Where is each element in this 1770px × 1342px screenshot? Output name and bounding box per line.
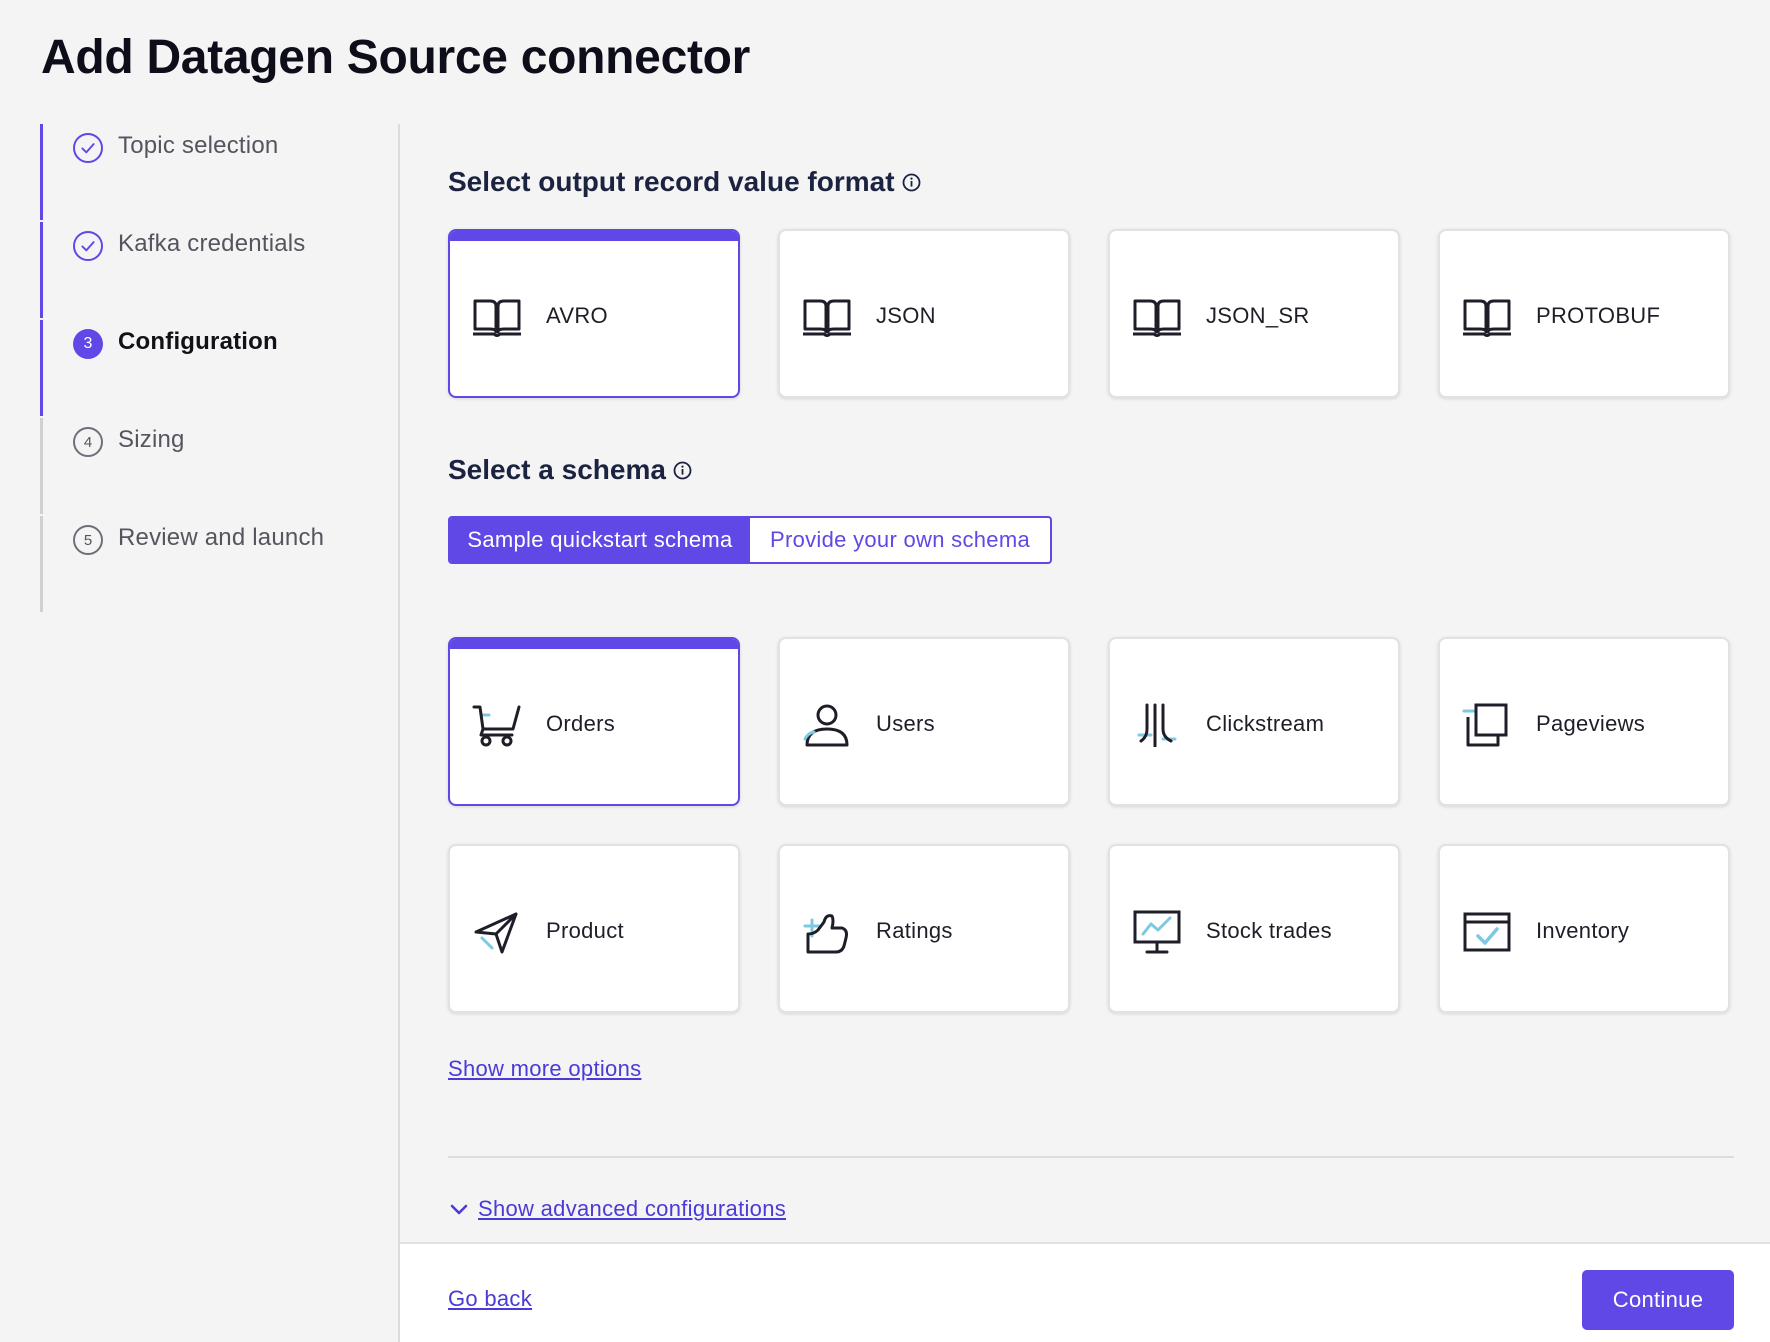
format-card-json[interactable]: JSON [778,229,1070,398]
check-circle-icon [73,231,103,261]
step-label: Kafka credentials [118,230,306,257]
card-label: Ratings [876,918,953,943]
continue-button[interactable]: Continue [1582,1270,1734,1330]
schema-card-stock-trades[interactable]: Stock trades [1108,844,1400,1013]
chevron-down-icon [448,1198,470,1220]
monitor-chart-icon [1132,910,1182,954]
schema-card-ratings[interactable]: Ratings [778,844,1070,1013]
card-label: Orders [546,711,616,736]
schema-heading: Select a schema [448,454,692,486]
book-icon [472,295,522,339]
card-label: AVRO [546,303,608,328]
schema-card-orders[interactable]: Orders [448,637,740,806]
schema-heading-text: Select a schema [448,454,666,485]
schema-card-users[interactable]: Users [778,637,1070,806]
section-divider [448,1156,1734,1158]
step-number-badge: 5 [73,525,103,555]
main-content: Select output record value format AVRO J… [400,0,1770,1342]
step-kafka-credentials[interactable]: Kafka credentials [40,222,390,318]
step-sizing[interactable]: 4 Sizing [40,418,390,514]
show-more-options-link[interactable]: Show more options [448,1056,641,1082]
step-number-badge: 4 [73,427,103,457]
info-icon[interactable] [902,173,921,192]
book-icon [802,295,852,339]
format-heading: Select output record value format [448,166,921,198]
wizard-stepper: Topic selection Kafka credentials 3 Conf… [40,124,390,612]
card-label: Clickstream [1206,711,1325,736]
cart-icon [472,703,522,747]
clickstream-icon [1132,703,1182,749]
step-label: Sizing [118,426,185,453]
schema-card-grid: Orders Users Clickstream Pageviews Produ… [448,637,1730,1013]
check-circle-icon [73,133,103,163]
step-number-badge: 3 [73,329,103,359]
user-icon [802,703,852,747]
card-label: JSON_SR [1206,303,1310,328]
step-label: Configuration [118,328,278,355]
format-heading-text: Select output record value format [448,166,895,197]
go-back-link[interactable]: Go back [448,1286,532,1312]
pages-icon [1462,703,1512,747]
card-label: JSON [876,303,936,328]
format-card-grid: AVRO JSON JSON_SR PROTOBUF [448,229,1730,398]
inventory-icon [1462,910,1512,954]
step-review-and-launch[interactable]: 5 Review and launch [40,516,390,612]
card-label: Pageviews [1536,711,1646,736]
sample-schema-tab[interactable]: Sample quickstart schema [450,518,750,562]
book-icon [1132,295,1182,339]
format-card-json-sr[interactable]: JSON_SR [1108,229,1400,398]
thumbs-icon [802,910,852,954]
card-label: Stock trades [1206,918,1332,943]
schema-card-clickstream[interactable]: Clickstream [1108,637,1400,806]
card-label: Inventory [1536,918,1630,943]
format-card-protobuf[interactable]: PROTOBUF [1438,229,1730,398]
send-icon [472,910,522,954]
advanced-config-link[interactable]: Show advanced configurations [478,1196,786,1222]
step-label: Review and launch [118,524,325,551]
schema-card-pageviews[interactable]: Pageviews [1438,637,1730,806]
card-label: Product [546,918,624,943]
advanced-config-toggle[interactable]: Show advanced configurations [448,1196,786,1222]
schema-source-toggle: Sample quickstart schema Provide your ow… [448,516,1052,564]
schema-card-product[interactable]: Product [448,844,740,1013]
step-topic-selection[interactable]: Topic selection [40,124,390,220]
step-label: Topic selection [118,132,279,159]
card-label: PROTOBUF [1536,303,1661,328]
card-label: Users [876,711,935,736]
book-icon [1462,295,1512,339]
step-configuration[interactable]: 3 Configuration [40,320,390,416]
footer-bar: Go back Continue [400,1242,1770,1342]
info-icon[interactable] [673,461,692,480]
own-schema-tab[interactable]: Provide your own schema [750,518,1050,562]
format-card-avro[interactable]: AVRO [448,229,740,398]
schema-card-inventory[interactable]: Inventory [1438,844,1730,1013]
